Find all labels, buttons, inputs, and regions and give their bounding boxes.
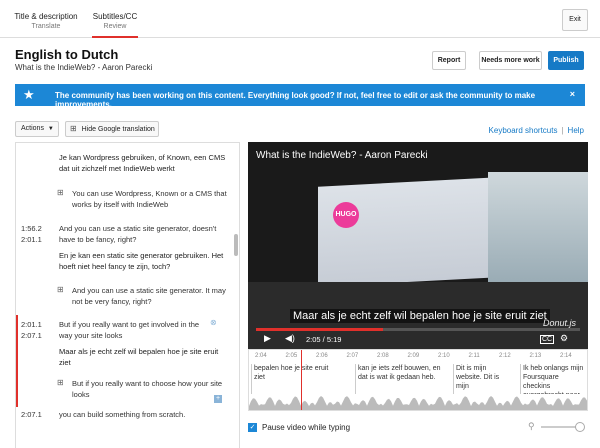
google-translation-text: And you can use a static site generator.… [72, 286, 226, 306]
timeline-cue[interactable]: bepalen hoe je site eruit ziet [251, 364, 341, 394]
tab-sub-label: Review [103, 23, 127, 30]
timeline-tick: 2:12 [499, 353, 511, 359]
video-watermark: Donut.js [542, 318, 576, 328]
keyboard-shortcuts-link[interactable]: Keyboard shortcuts [489, 126, 558, 135]
start-time[interactable]: 1:56.2 [21, 223, 42, 234]
translate-icon: ⊞ [70, 124, 77, 133]
settings-gear-icon[interactable]: ⚙ [560, 333, 568, 344]
timeline-tick: 2:13 [529, 353, 542, 359]
source-text: But if you really want to get involved i… [59, 320, 200, 340]
volume-icon[interactable]: ◀) [285, 333, 295, 344]
hugo-logo: HUGO [333, 202, 359, 228]
list-item[interactable]: 1:56.2 2:01.1 And you can use a static s… [16, 219, 234, 311]
checkbox-checked-icon[interactable]: ✓ [248, 423, 257, 433]
star-icon: ★ [23, 87, 35, 102]
subtitle-timeline[interactable]: 2:04 2:05 2:06 2:07 2:08 2:09 2:10 2:11 2:12 2:13… [248, 349, 588, 411]
video-caption: Maar als je echt zelf wil bepalen hoe je… [290, 309, 550, 323]
delete-icon[interactable]: ⊗ [210, 318, 217, 327]
source-text: And you can use a static site generator,… [59, 224, 217, 244]
video-title: What is the IndieWeb? - Aaron Parecki [256, 150, 428, 161]
timeline-tick: 2:06 [316, 353, 328, 359]
actions-label: Actions [21, 125, 44, 132]
google-translate-icon: ⊞ [57, 285, 64, 294]
video-player[interactable]: HUGO What is the IndieWeb? - Aaron Parec… [248, 142, 588, 349]
play-icon[interactable]: ▶ [264, 333, 271, 344]
hide-google-translation-button[interactable]: ⊞ Hide Google translation [65, 121, 159, 137]
close-icon[interactable]: × [570, 89, 575, 99]
timeline-tick: 2:09 [407, 353, 420, 359]
timeline-cue[interactable]: kan je iets zelf bouwen, en dat is wat i… [355, 364, 450, 394]
list-scrollbar[interactable] [234, 234, 238, 256]
translation-text[interactable]: En je kan een static site generator gebr… [59, 250, 229, 272]
timeline-playhead[interactable] [301, 350, 302, 410]
timeline-tick: 2:08 [377, 353, 389, 359]
pause-while-typing-row[interactable]: ✓ Pause video while typing [248, 423, 351, 433]
banner-message: The community has been working on this c… [55, 91, 536, 109]
start-time[interactable]: 2:01.1 [21, 319, 42, 330]
subtitle-list[interactable]: Je kan Wordpress gebruiken, of Known, ee… [15, 142, 240, 448]
zoom-slider[interactable] [541, 422, 585, 432]
hide-translation-label: Hide Google translation [81, 126, 155, 133]
audio-waveform [249, 396, 587, 410]
end-time[interactable]: 2:01.1 [21, 234, 42, 245]
actions-dropdown[interactable]: Actions ▼ [15, 121, 59, 137]
tab-title-description[interactable]: Title & description Translate [4, 0, 88, 38]
list-item[interactable]: 2:07.1 you can build something from scra… [16, 405, 234, 435]
publish-button[interactable]: Publish [548, 51, 584, 70]
timeline-tick: 2:10 [438, 353, 450, 359]
help-link[interactable]: Help [568, 126, 584, 135]
timeline-tick: 2:11 [468, 353, 480, 359]
captions-icon[interactable]: CC [540, 335, 555, 344]
end-time[interactable]: 2:07.1 [21, 330, 42, 341]
translation-text[interactable]: Maar als je echt zelf wil bepalen hoe je… [59, 346, 229, 368]
tab-subtitles-cc[interactable]: Subtitles/CC Review [92, 0, 138, 38]
source-text: you can build something from scratch. [59, 410, 186, 419]
google-translate-icon: ⊞ [57, 188, 64, 197]
list-item[interactable]: 2:01.1 2:07.1 But if you really want to … [16, 315, 234, 407]
link-separator: | [561, 126, 564, 135]
add-icon[interactable]: + [214, 395, 222, 403]
chevron-down-icon: ▼ [47, 126, 54, 132]
progress-fill [256, 328, 383, 331]
start-time[interactable]: 2:07.1 [21, 409, 42, 420]
video-progress-bar[interactable] [256, 328, 580, 331]
slider-knob[interactable] [575, 422, 585, 432]
projector-screen [318, 177, 498, 287]
tab-title-label: Subtitles/CC [92, 12, 138, 21]
timeline-tick: 2:05 [285, 353, 298, 359]
community-banner: ★ The community has been working on this… [15, 84, 585, 109]
list-item[interactable]: Je kan Wordpress gebruiken, of Known, ee… [16, 143, 234, 217]
timeline-cue[interactable]: Ik heb onlangs mijn Foursquare checkins … [520, 364, 586, 394]
tab-sub-label: Translate [31, 23, 61, 30]
zoom-icon: ⚲ [528, 421, 535, 431]
help-links: Keyboard shortcuts | Help [489, 126, 584, 135]
timeline-tick: 2:04 [255, 353, 267, 359]
video-title-link[interactable]: What is the IndieWeb? - Aaron Parecki [15, 63, 152, 72]
timeline-cue[interactable]: Dit is mijn website. Dit is mijn [453, 364, 503, 394]
pause-label: Pause video while typing [262, 423, 351, 432]
report-button[interactable]: Report [432, 51, 466, 70]
video-time: 2:05 / 5:19 [306, 335, 342, 344]
google-translation-text: You can use Wordpress, Known or a CMS th… [72, 189, 227, 209]
top-tab-bar: Title & description Translate Subtitles/… [0, 0, 600, 38]
translation-text[interactable]: Je kan Wordpress gebruiken, of Known, ee… [59, 152, 229, 174]
timeline-tick: 2:14 [560, 353, 572, 359]
page-title: English to Dutch [15, 47, 119, 62]
needs-more-work-button[interactable]: Needs more work [479, 51, 542, 70]
tab-title-label: Title & description [14, 12, 78, 21]
google-translation-text: But if you really want to choose how you… [72, 379, 223, 399]
google-translate-icon: ⊞ [57, 378, 64, 387]
exit-button[interactable]: Exit [562, 9, 588, 31]
timeline-tick: 2:07 [346, 353, 359, 359]
